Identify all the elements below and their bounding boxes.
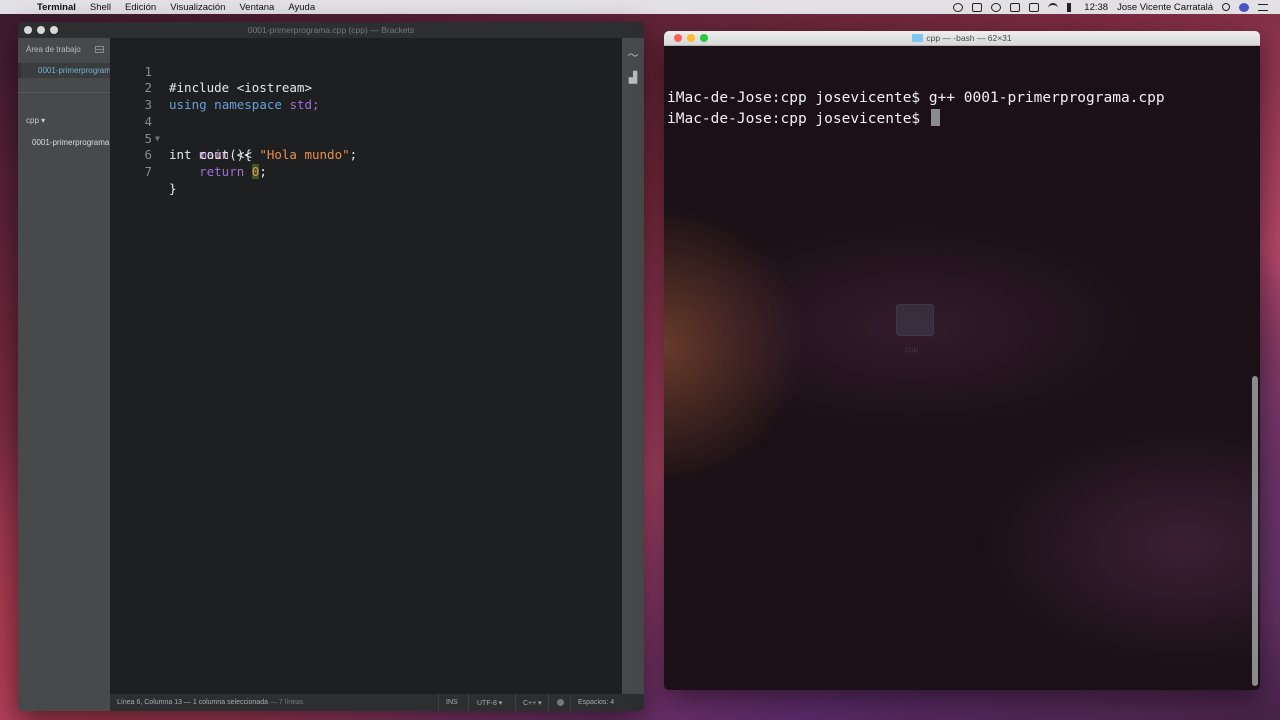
volume-icon[interactable] <box>1067 2 1075 12</box>
code-text: } <box>169 180 177 196</box>
creative-cloud-icon[interactable] <box>953 2 964 12</box>
code-line-1: 1 #include <iostream> <box>110 47 622 96</box>
notification-center-icon[interactable] <box>1258 3 1268 11</box>
insert-mode-toggle[interactable]: INS <box>446 699 458 706</box>
code-line-2: 2 using namespace std; <box>110 64 622 112</box>
menu-shell[interactable]: Shell <box>90 2 111 13</box>
keyword-token: return <box>169 163 245 179</box>
terminal-body[interactable]: cpp iMac-de-Jose:cpp josevicente$ g++ 00… <box>664 46 1260 690</box>
cursor-position-text: Línea 6, Columna 13 — 1 columna seleccio… <box>117 699 268 706</box>
code-line-4: 4 ▼ int main(){ <box>110 97 622 162</box>
terminal-cursor <box>930 109 940 126</box>
bluetooth-icon[interactable] <box>1029 2 1040 12</box>
terminal-line-2: iMac-de-Jose:cpp josevicente$ <box>667 109 940 129</box>
terminal-prompt: iMac-de-Jose:cpp josevicente$ <box>667 111 929 127</box>
brackets-titlebar[interactable]: 0001-primerprograma.cpp (cpp) — Brackets <box>18 22 644 38</box>
terminal-window-title: cpp — -bash — 62×31 <box>664 31 1260 46</box>
working-set-file[interactable]: 0001-primerprograma.cpp <box>18 63 110 78</box>
terminal-scrollbar[interactable] <box>1252 376 1258 686</box>
status-divider <box>438 694 439 711</box>
menu-ventana[interactable]: Ventana <box>239 2 274 13</box>
menu-clock[interactable]: 12:38 <box>1084 2 1108 13</box>
line-count: — 7 líneas <box>267 699 304 706</box>
code-line-5: 5 cout << "Hola mundo"; <box>110 114 622 163</box>
menu-user[interactable]: Jose Vicente Carratalá <box>1117 2 1213 13</box>
brackets-right-toolbar: 〜 ▟ <box>622 38 644 694</box>
cursor-position: Línea 6, Columna 13 — 1 columna seleccio… <box>117 699 303 706</box>
status-divider <box>548 694 549 711</box>
split-view-icon[interactable] <box>95 46 104 53</box>
desktop-folder-icon <box>896 304 934 336</box>
brackets-window: 0001-primerprograma.cpp (cpp) — Brackets… <box>18 22 644 711</box>
live-preview-icon[interactable]: 〜 <box>626 50 640 62</box>
wifi-icon[interactable] <box>1048 2 1059 12</box>
terminal-titlebar[interactable]: cpp — -bash — 62×31 <box>664 31 1260 46</box>
menu-edicion[interactable]: Edición <box>125 2 156 13</box>
terminal-window: cpp — -bash — 62×31 cpp iMac-de-Jose:cpp… <box>664 31 1260 690</box>
status-bar: Línea 6, Columna 13 — 1 columna seleccio… <box>110 694 644 711</box>
indent-spaces[interactable]: Espacios: 4 <box>578 699 614 706</box>
sync-icon[interactable] <box>991 2 1002 12</box>
status-divider <box>570 694 571 711</box>
status-divider <box>515 694 516 711</box>
code-text: return 0; <box>169 163 267 181</box>
desktop-folder-label: cpp <box>905 345 918 354</box>
terminal-title-text: cpp — -bash — 62×31 <box>926 33 1012 43</box>
menu-app-name[interactable]: Terminal <box>37 2 76 13</box>
menu-ayuda[interactable]: Ayuda <box>288 2 315 13</box>
sidebar-divider <box>18 92 110 93</box>
app-status-icon[interactable] <box>1010 2 1021 12</box>
spotlight-search-icon[interactable] <box>1222 3 1230 11</box>
brackets-sidebar: Área de trabajo 0001-primerprograma.cpp … <box>18 38 125 711</box>
terminal-line-1: iMac-de-Jose:cpp josevicente$ g++ 0001-p… <box>667 90 1165 106</box>
line-number: 7 <box>144 163 152 179</box>
linter-status-icon[interactable] <box>557 699 564 706</box>
folder-icon <box>912 34 924 42</box>
code-line-7: 7 } <box>110 147 622 196</box>
extension-manager-icon[interactable]: ▟ <box>626 72 640 84</box>
menu-visualizacion[interactable]: Visualización <box>170 2 225 13</box>
siri-icon[interactable] <box>1239 2 1249 12</box>
code-line-6: 6 return 0; <box>110 131 622 179</box>
brackets-window-title: 0001-primerprograma.cpp (cpp) — Brackets <box>247 25 415 35</box>
encoding-dropdown[interactable]: UTF-8 ▾ <box>477 699 502 707</box>
code-line-3: 3 <box>110 80 622 112</box>
language-dropdown[interactable]: C++ ▾ <box>523 699 542 707</box>
screen-mirroring-icon[interactable] <box>972 2 983 12</box>
working-set-header: Área de trabajo <box>26 45 81 54</box>
punct-token: ; <box>259 163 267 179</box>
menu-bar: Terminal Shell Edición Visualización Ven… <box>0 0 1280 14</box>
project-dropdown[interactable]: cpp ▾ <box>26 116 45 125</box>
status-divider <box>468 694 469 711</box>
code-editor[interactable]: 1 #include <iostream> 2 using namespace … <box>110 38 622 701</box>
